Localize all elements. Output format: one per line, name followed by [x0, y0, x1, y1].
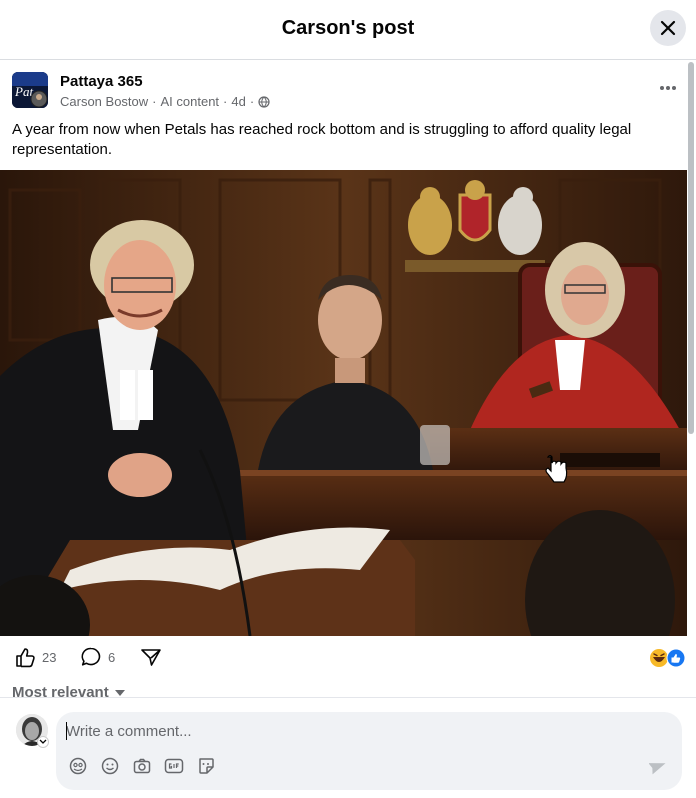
more-options-icon: [660, 86, 676, 90]
camera-button[interactable]: [132, 756, 152, 776]
meta-separator: ·: [223, 94, 228, 109]
ai-content-label[interactable]: AI content: [161, 94, 220, 109]
close-button[interactable]: [650, 10, 686, 46]
page-avatar[interactable]: Pat: [12, 72, 48, 108]
comment-box: [56, 712, 682, 790]
post-header: Pat Pattaya 365 Carson Bostow · AI conte…: [12, 72, 682, 112]
emoji-icon: [101, 757, 119, 775]
emoji-button[interactable]: [100, 756, 120, 776]
globe-icon[interactable]: [258, 95, 270, 108]
share-icon: [141, 649, 161, 666]
text-caret: [66, 722, 67, 740]
dialog-title: Carson's post: [281, 17, 415, 39]
comment-button[interactable]: 6: [80, 646, 115, 668]
avatar-frame-icon[interactable]: [37, 736, 49, 748]
author-name[interactable]: Carson Bostow: [60, 94, 148, 109]
send-button[interactable]: [648, 756, 668, 776]
page-name[interactable]: Pattaya 365: [60, 73, 143, 90]
post-age[interactable]: 4d: [231, 94, 245, 109]
like-reaction-icon: [666, 648, 686, 668]
haha-reaction-icon: [650, 649, 668, 667]
post-meta: Carson Bostow · AI content · 4d ·: [60, 94, 270, 109]
close-icon: [660, 20, 676, 36]
thumbs-up-icon: [16, 648, 35, 668]
comment-bubble-icon: [81, 647, 101, 666]
scrollbar-track[interactable]: [687, 60, 695, 636]
reaction-summary[interactable]: [649, 648, 687, 668]
chevron-down-icon: [114, 689, 125, 696]
camera-icon: [133, 758, 151, 774]
post-text: A year from now when Petals has reached …: [12, 121, 632, 158]
more-options-button[interactable]: [656, 76, 680, 100]
dialog-header: Carson's post: [0, 0, 696, 60]
avatar-logo-text: Pat: [14, 84, 33, 99]
like-count: 23: [42, 649, 57, 665]
share-button[interactable]: [140, 646, 162, 668]
comment-input[interactable]: [66, 718, 626, 744]
avatar-sticker-icon: [69, 757, 87, 775]
like-button[interactable]: 23: [14, 646, 56, 668]
post-actions: 23 6: [0, 638, 687, 680]
avatar-sticker-button[interactable]: [68, 756, 88, 776]
meta-separator: ·: [249, 94, 255, 109]
post-image[interactable]: [0, 170, 687, 636]
gif-icon: [164, 758, 184, 774]
gif-button[interactable]: [164, 756, 184, 776]
comment-composer: [0, 697, 696, 798]
meta-separator: ·: [152, 94, 157, 109]
sticker-button[interactable]: [196, 756, 216, 776]
send-icon: [649, 763, 666, 775]
comment-count: 6: [108, 649, 116, 665]
sticker-icon: [199, 758, 214, 774]
